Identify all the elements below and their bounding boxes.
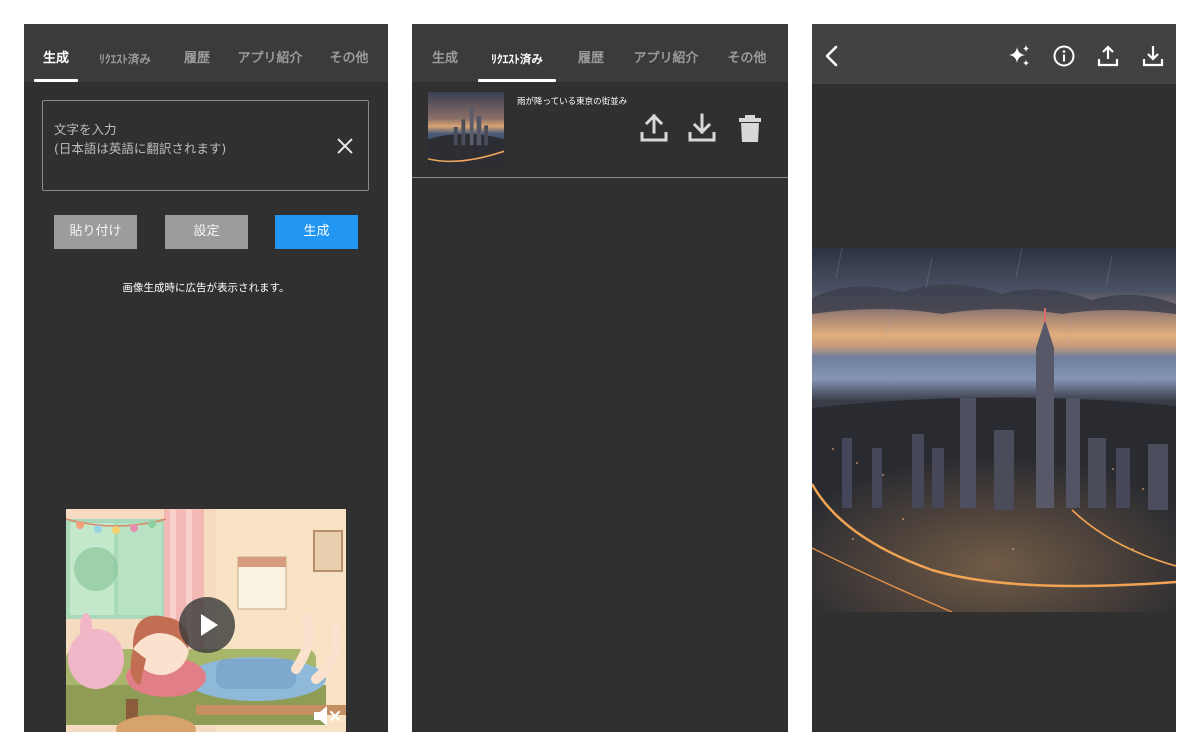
close-icon[interactable] bbox=[334, 135, 356, 157]
play-icon bbox=[201, 614, 218, 636]
request-prompt: 雨が降っている東京の街並み bbox=[517, 97, 628, 107]
mute-icon[interactable] bbox=[312, 704, 342, 728]
image-viewer-screen bbox=[812, 24, 1176, 732]
rainy-tokyo-city-image bbox=[812, 248, 1176, 612]
paste-button[interactable]: 貼り付け bbox=[54, 215, 137, 249]
play-button[interactable] bbox=[179, 597, 235, 653]
request-thumbnail[interactable] bbox=[428, 92, 504, 168]
viewer-toolbar bbox=[812, 24, 1176, 84]
sparkle-icon[interactable] bbox=[1007, 44, 1031, 68]
requested-screen: 生成 ﾘｸｴｽﾄ済み 履歴 アプリ紹介 その他 雨が降っている東京の街並み bbox=[412, 24, 788, 732]
generate-screen: 生成 ﾘｸｴｽﾄ済み 履歴 アプリ紹介 その他 文字を入力 (日本語は英語に翻訳… bbox=[24, 24, 388, 732]
list-item[interactable]: 雨が降っている東京の街並み bbox=[412, 82, 788, 178]
share-icon[interactable] bbox=[1096, 44, 1120, 68]
tab-history[interactable]: 履歴 bbox=[174, 24, 220, 82]
tab-bar: 生成 ﾘｸｴｽﾄ済み 履歴 アプリ紹介 その他 bbox=[412, 24, 788, 82]
tab-history[interactable]: 履歴 bbox=[568, 24, 614, 82]
ad-notice: 画像生成時に広告が表示されます。 bbox=[122, 282, 290, 294]
settings-button[interactable]: 設定 bbox=[165, 215, 248, 249]
tab-app-intro[interactable]: アプリ紹介 bbox=[630, 24, 702, 82]
download-icon[interactable] bbox=[1141, 44, 1165, 68]
tab-generate[interactable]: 生成 bbox=[32, 24, 80, 82]
trash-icon[interactable] bbox=[734, 112, 766, 144]
tab-generate[interactable]: 生成 bbox=[422, 24, 468, 82]
share-icon[interactable] bbox=[638, 112, 670, 144]
info-icon[interactable] bbox=[1052, 44, 1076, 68]
video-ad[interactable] bbox=[66, 509, 346, 732]
generate-button[interactable]: 生成 bbox=[275, 215, 358, 249]
tab-requested[interactable]: ﾘｸｴｽﾄ済み bbox=[478, 24, 556, 82]
tab-app-intro[interactable]: アプリ紹介 bbox=[234, 24, 306, 82]
tab-other[interactable]: その他 bbox=[324, 24, 374, 82]
download-icon[interactable] bbox=[686, 112, 718, 144]
back-icon[interactable] bbox=[820, 44, 844, 68]
prompt-input[interactable]: 文字を入力 (日本語は英語に翻訳されます) bbox=[42, 100, 369, 191]
tab-requested[interactable]: ﾘｸｴｽﾄ済み bbox=[92, 24, 158, 82]
city-thumbnail-image bbox=[428, 92, 504, 168]
prompt-placeholder: 文字を入力 (日本語は英語に翻訳されます) bbox=[54, 122, 227, 156]
tab-other[interactable]: その他 bbox=[722, 24, 772, 82]
tab-bar: 生成 ﾘｸｴｽﾄ済み 履歴 アプリ紹介 その他 bbox=[24, 24, 388, 82]
generated-image[interactable] bbox=[812, 248, 1176, 612]
